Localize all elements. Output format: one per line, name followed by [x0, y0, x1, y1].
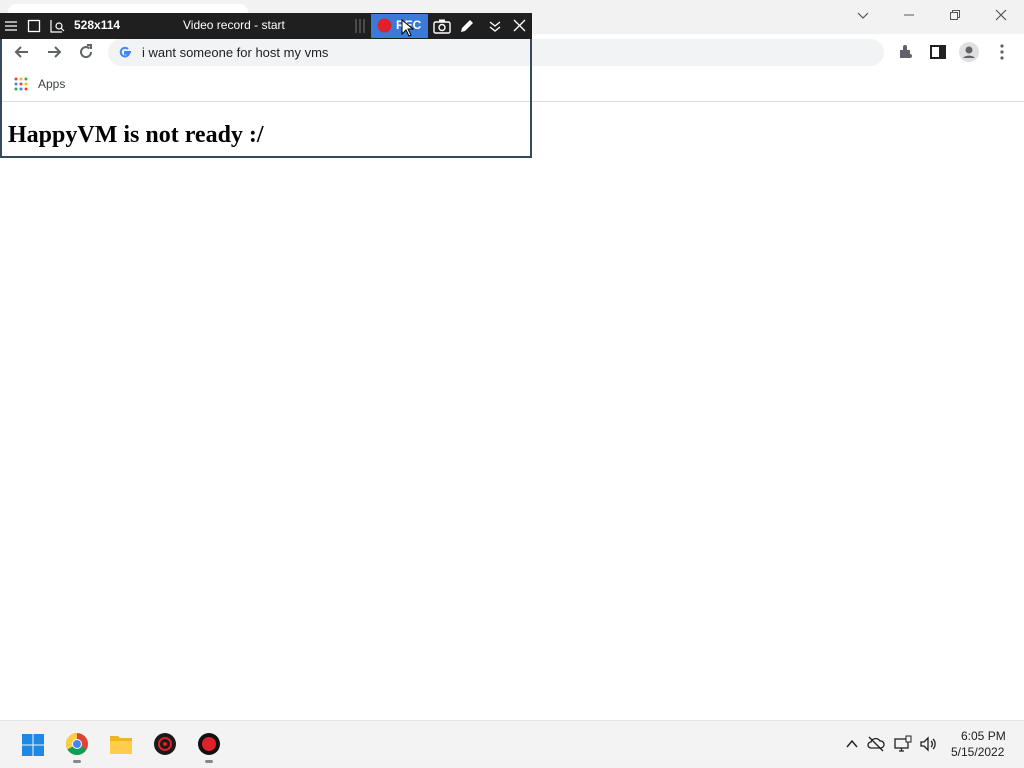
- region-select-icon[interactable]: [27, 19, 41, 33]
- clock-date[interactable]: 5/15/2022: [951, 745, 1004, 759]
- mouse-cursor-icon: [400, 19, 416, 37]
- hamburger-menu-icon[interactable]: [4, 19, 18, 33]
- restore-button[interactable]: [932, 0, 978, 30]
- page-content: [0, 103, 1024, 718]
- separator-icon: [354, 18, 366, 34]
- pen-icon[interactable]: [459, 18, 475, 34]
- expand-down-icon[interactable]: [488, 19, 502, 33]
- minimize-button[interactable]: [886, 0, 932, 30]
- clock-time[interactable]: 6:05 PM: [961, 729, 1006, 743]
- file-explorer-icon[interactable]: [109, 733, 133, 755]
- red-app-icon[interactable]: [153, 732, 177, 756]
- side-panel-icon[interactable]: [928, 42, 948, 62]
- volume-icon[interactable]: [919, 735, 937, 753]
- onedrive-offline-icon[interactable]: [867, 735, 885, 753]
- menu-kebab-icon[interactable]: [994, 42, 1010, 62]
- tab-search-icon[interactable]: [848, 0, 878, 30]
- close-window-button[interactable]: [978, 0, 1024, 30]
- extensions-icon[interactable]: [896, 42, 916, 62]
- network-icon[interactable]: [894, 735, 912, 753]
- chrome-icon[interactable]: [65, 732, 89, 756]
- record-dot-icon: [377, 18, 392, 33]
- windows-start-icon[interactable]: [21, 733, 45, 757]
- camera-icon[interactable]: [433, 18, 451, 34]
- recorder-title: Video record - start: [183, 18, 285, 32]
- profile-avatar-icon[interactable]: [958, 41, 980, 63]
- zoom-region-icon[interactable]: [50, 19, 66, 33]
- screen-recorder-icon[interactable]: [197, 732, 221, 756]
- recorder-running-indicator: [205, 760, 213, 763]
- close-recorder-icon[interactable]: [513, 19, 526, 32]
- region-size-label: 528x114: [74, 18, 121, 32]
- chrome-running-indicator: [73, 760, 81, 763]
- show-hidden-icons-icon[interactable]: [845, 737, 859, 751]
